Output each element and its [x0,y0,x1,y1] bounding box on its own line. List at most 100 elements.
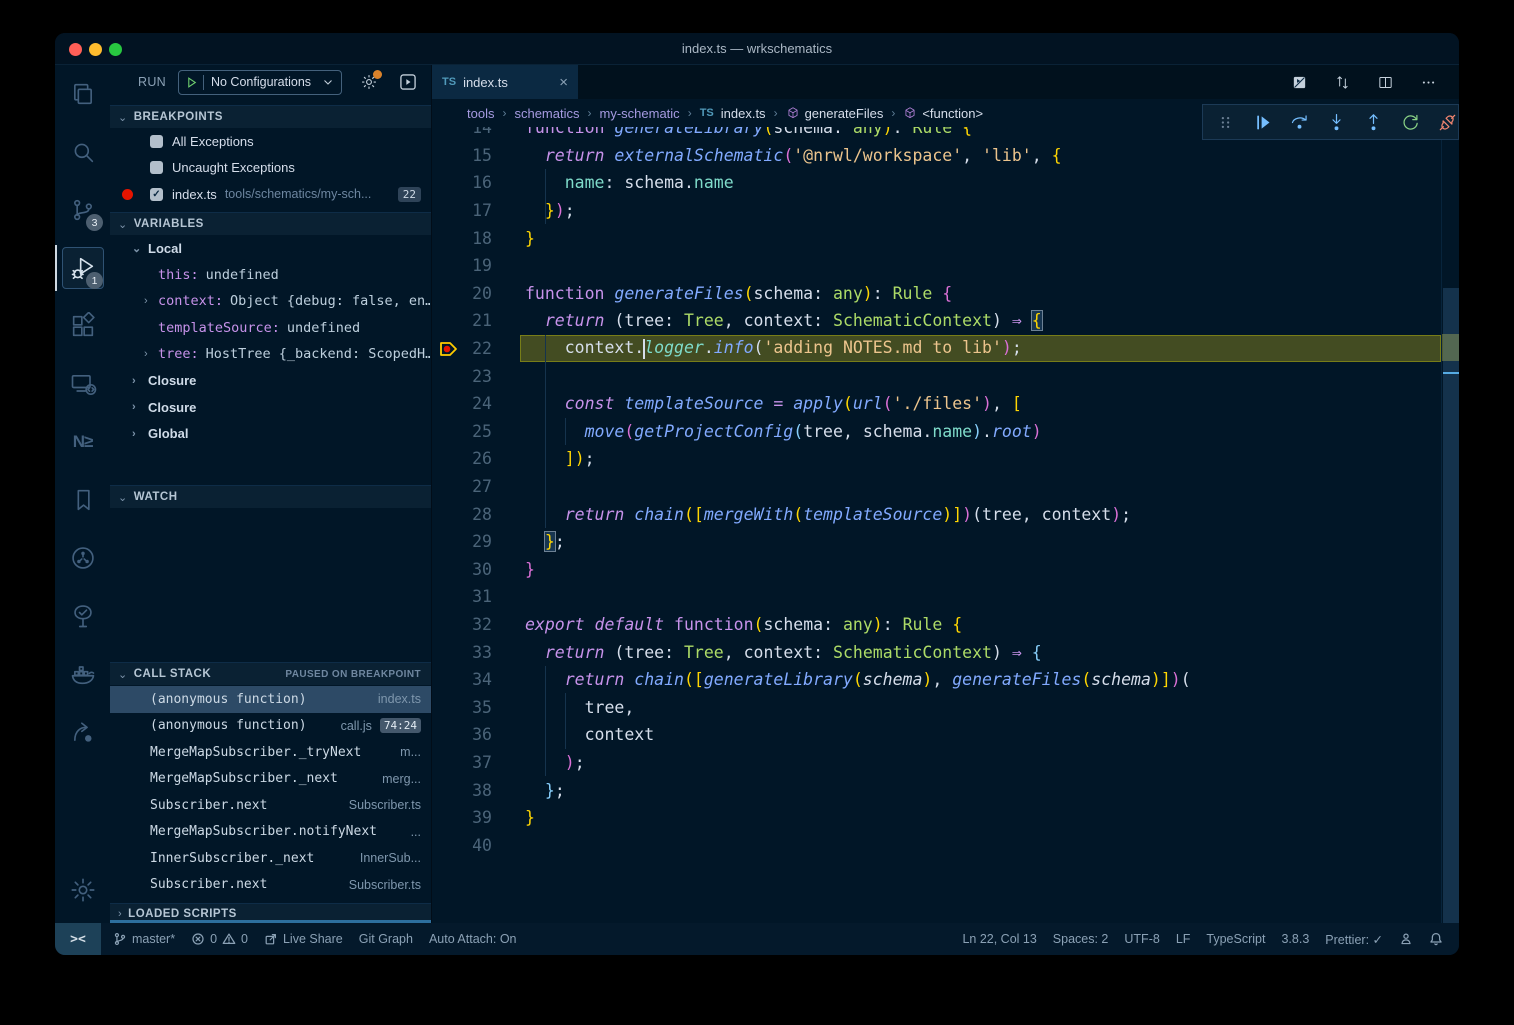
variable-scope-row[interactable]: ›Global [110,421,431,448]
code-line-35[interactable]: 35 tree, [432,693,1459,721]
open-changes-icon[interactable] [1291,74,1308,91]
breadcrumb-item[interactable]: generateFiles [786,106,884,121]
line-number[interactable]: 33 [432,643,492,662]
line-number[interactable]: 20 [432,284,492,303]
call-stack-frame[interactable]: MergeMapSubscriber._tryNextm... [110,739,431,766]
status-ts-version[interactable]: 3.8.3 [1281,932,1309,946]
line-number[interactable]: 30 [432,560,492,579]
variable-row[interactable]: this:undefined [110,262,431,289]
variable-scope-row[interactable]: ⌄Local [110,235,431,262]
line-number[interactable]: 40 [432,836,492,855]
line-number[interactable]: 16 [432,173,492,192]
code-line-28[interactable]: 28 return chain([mergeWith(templateSourc… [432,500,1459,528]
breakpoint-checkbox[interactable] [150,135,163,148]
code-line-22[interactable]: 22 context.logger.info('adding NOTES.md … [432,335,1459,363]
status-indentation[interactable]: Spaces: 2 [1053,932,1109,946]
code-line-31[interactable]: 31 [432,583,1459,611]
breadcrumb-item[interactable]: TSindex.ts [700,106,766,121]
activity-item-run-and-debug[interactable]: 1 [55,239,110,297]
run-configuration-dropdown[interactable]: No Configurations [178,70,342,95]
activity-item-manage[interactable] [55,861,110,919]
code-line-27[interactable]: 27 [432,473,1459,501]
line-number[interactable]: 35 [432,698,492,717]
breakpoint-checkbox[interactable] [150,161,163,174]
status-live-share[interactable]: Live Share [264,932,343,946]
line-number[interactable]: 25 [432,422,492,441]
compare-changes-icon[interactable] [1334,74,1351,91]
line-number[interactable]: 14 [432,127,492,137]
line-number[interactable]: 15 [432,146,492,165]
code-line-18[interactable]: 18} [432,224,1459,252]
code-line-38[interactable]: 38 }; [432,776,1459,804]
debug-execution-pointer-icon[interactable] [439,340,459,362]
activity-item-remote-explorer[interactable] [55,355,110,413]
code-editor[interactable]: 14function generateLibrary(schema: any):… [432,127,1459,923]
activity-item-docker[interactable] [55,645,110,703]
code-line-25[interactable]: 25 move(getProjectConfig(tree, schema.na… [432,418,1459,446]
code-line-21[interactable]: 21 return (tree: Tree, context: Schemati… [432,307,1459,335]
status-feedback[interactable] [1399,932,1413,946]
line-number[interactable]: 18 [432,229,492,248]
split-editor-icon[interactable] [1377,74,1394,91]
activity-item-source-control[interactable]: 3 [55,181,110,239]
breakpoint-row[interactable]: All Exceptions [110,128,431,155]
debug-settings-gear-icon[interactable] [360,73,378,91]
restart-button[interactable] [1400,112,1421,133]
call-stack-frame[interactable]: (anonymous function)index.ts [110,686,431,713]
variable-row[interactable]: templateSource:undefined [110,315,431,342]
activity-item-explorer[interactable] [55,65,110,123]
scrollbar-thumb[interactable] [1443,288,1459,923]
line-number[interactable]: 27 [432,477,492,496]
line-number[interactable]: 36 [432,725,492,744]
line-number[interactable]: 31 [432,587,492,606]
activity-item-bookmarks[interactable] [55,471,110,529]
line-number[interactable]: 37 [432,753,492,772]
status-cursor-position[interactable]: Ln 22, Col 13 [962,932,1036,946]
call-stack-frame[interactable]: MergeMapSubscriber.notifyNext... [110,819,431,846]
breakpoint-row[interactable]: Uncaught Exceptions [110,155,431,182]
breadcrumb-item[interactable]: <function> [903,106,983,121]
breadcrumb-item[interactable]: my-schematic [600,106,680,121]
status-problems[interactable]: 00 [191,932,248,946]
code-line-32[interactable]: 32export default function(schema: any): … [432,611,1459,639]
activity-item-extensions[interactable] [55,297,110,355]
remote-indicator[interactable]: >< [55,923,101,955]
line-number[interactable]: 39 [432,808,492,827]
activity-item-gitlens[interactable] [55,703,110,761]
more-actions-icon[interactable] [1420,74,1437,91]
overview-ruler[interactable] [1441,127,1459,923]
call-stack-section-header[interactable]: ⌄ CALL STACK PAUSED ON BREAKPOINT [110,662,431,685]
line-number[interactable]: 34 [432,670,492,689]
line-number[interactable]: 19 [432,256,492,275]
chevron-icon[interactable]: › [132,401,136,413]
line-number[interactable]: 29 [432,532,492,551]
start-debug-icon[interactable] [185,76,198,89]
code-line-24[interactable]: 24 const templateSource = apply(url('./f… [432,390,1459,418]
chevron-icon[interactable]: ⌄ [132,242,141,255]
line-number[interactable]: 32 [432,615,492,634]
line-number[interactable]: 24 [432,394,492,413]
variable-row[interactable]: ›context:Object {debug: false, en… [110,288,431,315]
continue-button[interactable] [1252,112,1273,133]
line-number[interactable]: 28 [432,505,492,524]
line-number[interactable]: 21 [432,311,492,330]
line-number[interactable]: 23 [432,367,492,386]
breakpoints-section-header[interactable]: ⌄ BREAKPOINTS [110,105,431,128]
activity-item-nx-console[interactable]: N≥ [55,413,110,471]
code-line-33[interactable]: 33 return (tree: Tree, context: Schemati… [432,638,1459,666]
code-line-37[interactable]: 37 ); [432,749,1459,777]
chevron-icon[interactable]: › [144,295,148,307]
activity-item-test-explorer[interactable] [55,587,110,645]
status-auto-attach[interactable]: Auto Attach: On [429,932,517,946]
disconnect-button[interactable] [1437,112,1458,133]
call-stack-frame[interactable]: InnerSubscriber._nextInnerSub... [110,845,431,872]
breadcrumb-item[interactable]: schematics [514,106,579,121]
call-stack-frame[interactable]: Subscriber.nextSubscriber.ts [110,792,431,819]
call-stack-frame[interactable]: (anonymous function)call.js74:24 [110,713,431,740]
status-eol[interactable]: LF [1176,932,1191,946]
watch-section-header[interactable]: ⌄ WATCH [110,485,431,508]
activity-item-search[interactable] [55,123,110,181]
drag-handle[interactable] [1215,112,1236,133]
code-line-17[interactable]: 17 }); [432,197,1459,225]
close-tab-icon[interactable]: × [549,74,568,91]
